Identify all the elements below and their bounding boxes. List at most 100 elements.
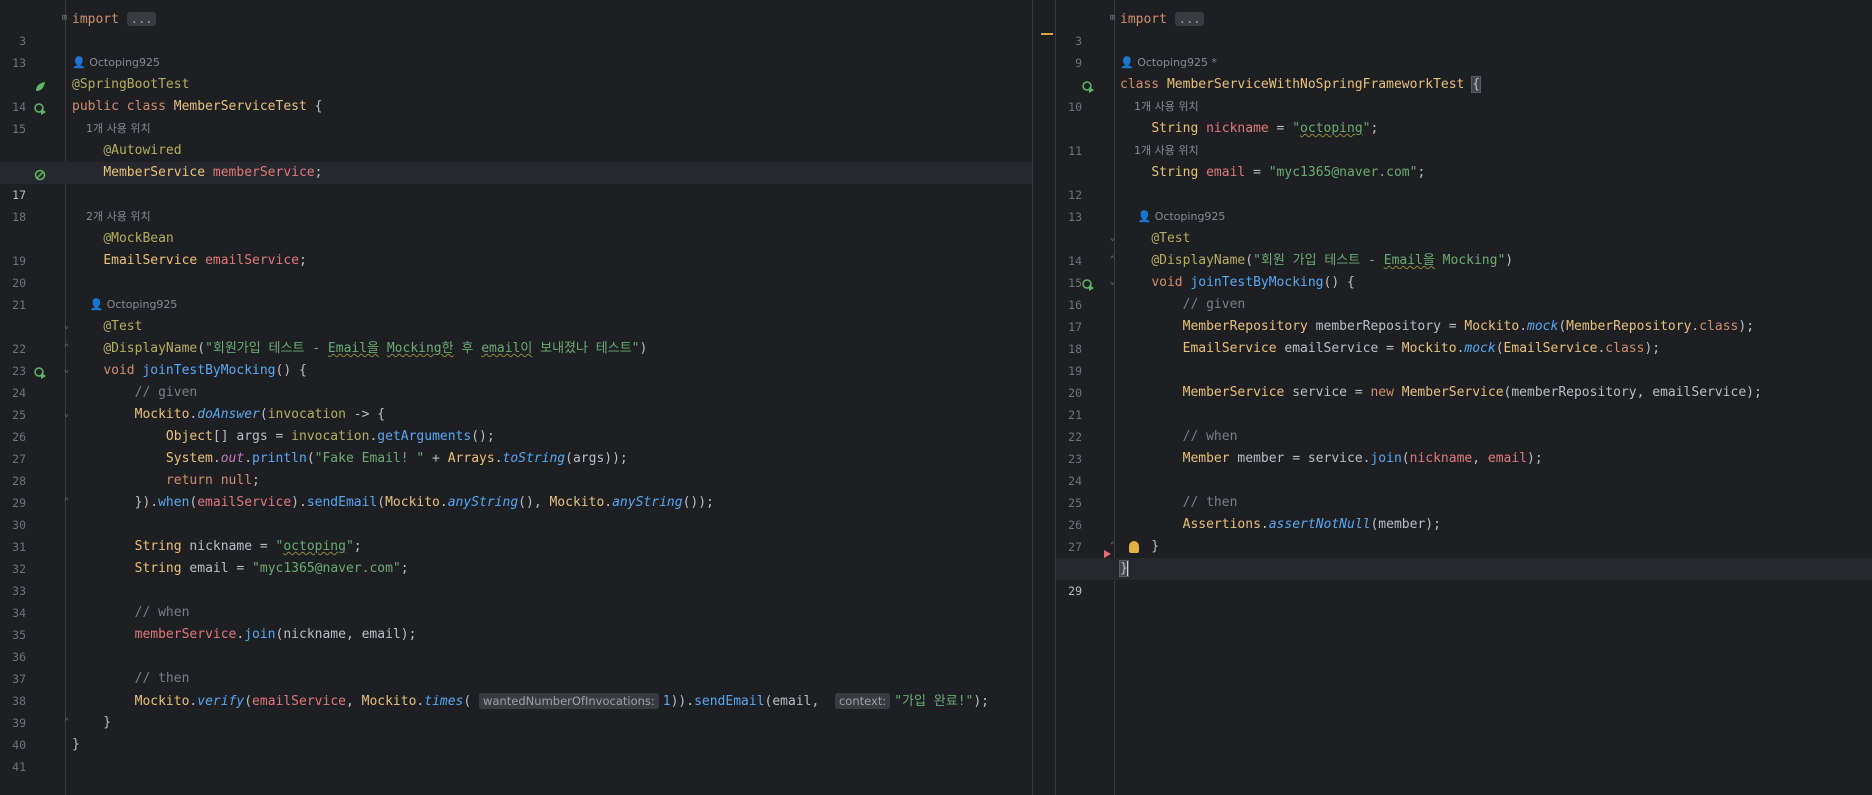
code-line[interactable]: 16 @Autowired [0,140,1032,180]
fold-icon[interactable]: ⌄ [1108,278,1117,287]
code-line[interactable]: 14 ⌄ @Test [1056,228,1872,268]
code-line[interactable]: 38 // then [0,668,1032,708]
code-line[interactable]: 36 memberService.join(nickname, email); [0,624,1032,664]
code-line[interactable]: 35 // when [0,602,1032,642]
code-line[interactable]: 26 // then [1056,492,1872,532]
code-line[interactable]: 18 [0,184,1032,224]
right-editor-pane[interactable]: 3 ⊞ import ... 9 👤 Octoping925 * 10 clas… [1056,0,1872,795]
code-line[interactable]: 10 class MemberServiceWithNoSpringFramew… [1056,74,1872,114]
code-line[interactable]: 13 [1056,184,1872,224]
code-line[interactable]: 19 EmailService emailService = Mockito.m… [1056,338,1872,378]
code-text: EmailService emailService = Mockito.mock… [1182,341,1661,356]
usage-hint[interactable]: 1개 사용 위치 [1056,96,1872,118]
code-text: // then [1120,495,1238,510]
left-editor-pane[interactable]: 3 ⊞ import ... 13 👤 Octoping925 14 @Spri… [0,0,1032,795]
line-number: 41 [12,760,26,774]
code-line[interactable]: 14 @SpringBootTest [0,74,1032,114]
author-hint-text: 👤 Octoping925 [1120,210,1226,223]
breakpoint-flag-icon[interactable] [1104,550,1111,558]
usage-hint[interactable]: 1개 사용 위치 [0,118,1032,140]
code-line[interactable]: 24 ⌄ void joinTestByMocking() { [0,360,1032,400]
author-hint[interactable]: 👤 Octoping925 [0,294,1032,316]
code-text: // then [72,671,190,686]
code-line[interactable]: 28 ⌃ } [1056,536,1872,576]
run-test-icon[interactable] [34,101,46,115]
code-line[interactable]: 18 MemberRepository memberRepository = M… [1056,316,1872,356]
spring-autowired-icon[interactable] [34,167,46,181]
code-line[interactable]: 34 [0,580,1032,620]
folded-imports[interactable]: ... [126,12,157,26]
code-line[interactable]: 11 String nickname = "octoping"; [1056,118,1872,158]
spring-bean-icon[interactable] [34,79,46,91]
fold-icon[interactable]: ⌄ [62,322,71,331]
author-hint-text: 👤 Octoping925 * [1120,56,1217,69]
code-line[interactable]: 24 Member member = service.join(nickname… [1056,448,1872,488]
fold-icon[interactable]: ⌄ [62,366,71,375]
fold-icon[interactable]: ⊞ [1108,14,1117,23]
author-hint[interactable]: 👤 Octoping925 [0,52,1032,74]
code-text: @Autowired [103,143,182,158]
code-text: MemberService service = new MemberServic… [1182,385,1762,400]
code-line[interactable]: 37 [0,646,1032,686]
code-text: } [72,715,112,730]
fold-icon[interactable]: ⌃ [62,718,71,727]
fold-icon[interactable]: ⌃ [62,344,71,353]
code-line[interactable]: 39 Mockito.verify(emailService, Mockito.… [0,690,1032,730]
code-text: // when [72,605,190,620]
param-hint: wantedNumberOfInvocations: [479,693,659,709]
code-line[interactable]: 27 Assertions.assertNotNull(member); [1056,514,1872,554]
code-line[interactable]: 32 String nickname = "octoping"; [0,536,1032,576]
code-line[interactable]: 31 [0,514,1032,554]
author-hint[interactable]: 👤 Octoping925 * [1056,52,1872,74]
code-line[interactable]: 21 [0,272,1032,312]
folded-imports[interactable]: ... [1174,12,1205,26]
code-line[interactable]: 17 // given [1056,294,1872,334]
code-line[interactable]: 26 ⌄ Mockito.doAnswer(invocation -> { [0,404,1032,444]
code-line-current[interactable]: 17 MemberService memberService; [0,162,1032,202]
author-hint[interactable]: 👤 Octoping925 [1056,206,1872,228]
code-line[interactable]: 30 ⌃ }).when(emailService).sendEmail(Moc… [0,492,1032,532]
code-line[interactable]: 21 MemberService service = new MemberSer… [1056,382,1872,422]
code-line[interactable]: 29 return null; [0,470,1032,510]
code-line[interactable]: 12 String email = "myc1365@naver.com"; [1056,162,1872,202]
code-text: String nickname = "octoping"; [1151,121,1379,136]
code-line[interactable]: 20 EmailService emailService; [0,250,1032,290]
fold-icon[interactable]: ⌃ [62,498,71,507]
code-line[interactable]: 9 [1056,30,1872,70]
code-line-current[interactable]: 29 } [1056,550,1872,598]
code-line[interactable]: 15 public class MemberServiceTest { [0,96,1032,136]
usage-hint-text: 1개 사용 위치 [1134,144,1199,157]
code-line[interactable]: 41 } [0,734,1032,774]
code-line[interactable]: 23 // when [1056,426,1872,466]
code-line[interactable]: 20 [1056,360,1872,400]
code-text: class MemberServiceWithNoSpringFramework… [1120,76,1482,93]
split-divider[interactable] [1032,0,1056,795]
fold-icon[interactable]: ⌄ [62,410,71,419]
fold-icon[interactable]: ⌃ [1108,256,1117,265]
run-test-icon[interactable] [1082,79,1094,93]
code-line[interactable]: 3 ⊞ import ... [1056,8,1872,48]
code-line[interactable]: 19 @MockBean [0,228,1032,268]
code-line[interactable]: 3 ⊞ import ... [0,8,1032,48]
run-test-icon[interactable] [1082,277,1094,291]
code-line[interactable]: 15 ⌃ @DisplayName("회원 가입 테스트 - Email을 Mo… [1056,250,1872,290]
code-line[interactable]: 13 [0,30,1032,70]
usage-hint[interactable]: 2개 사용 위치 [0,206,1032,228]
run-test-icon[interactable] [34,365,46,379]
code-line[interactable]: 27 Object[] args = invocation.getArgumen… [0,426,1032,466]
code-line[interactable]: 22 ⌄ @Test [0,316,1032,356]
code-line[interactable]: 28 System.out.println("Fake Email! " + A… [0,448,1032,488]
code-line[interactable]: 22 [1056,404,1872,444]
fold-icon[interactable]: ⊞ [60,14,69,23]
line-number: 29 [1068,584,1082,598]
code-line[interactable]: 25 [1056,470,1872,510]
usage-hint[interactable]: 1개 사용 위치 [1056,140,1872,162]
code-line[interactable]: 33 String email = "myc1365@naver.com"; [0,558,1032,598]
fold-icon[interactable]: ⌄ [1108,234,1117,243]
code-line[interactable]: 40 ⌃ } [0,712,1032,752]
warning-marker[interactable] [1041,33,1053,35]
code-line[interactable]: 23 ⌃ @DisplayName("회원가입 테스트 - Email을 Moc… [0,338,1032,378]
code-line[interactable]: 25 // given [0,382,1032,422]
code-text: MemberService memberService; [103,165,323,180]
code-line[interactable]: 16 ⌄ void joinTestByMocking() { [1056,272,1872,312]
